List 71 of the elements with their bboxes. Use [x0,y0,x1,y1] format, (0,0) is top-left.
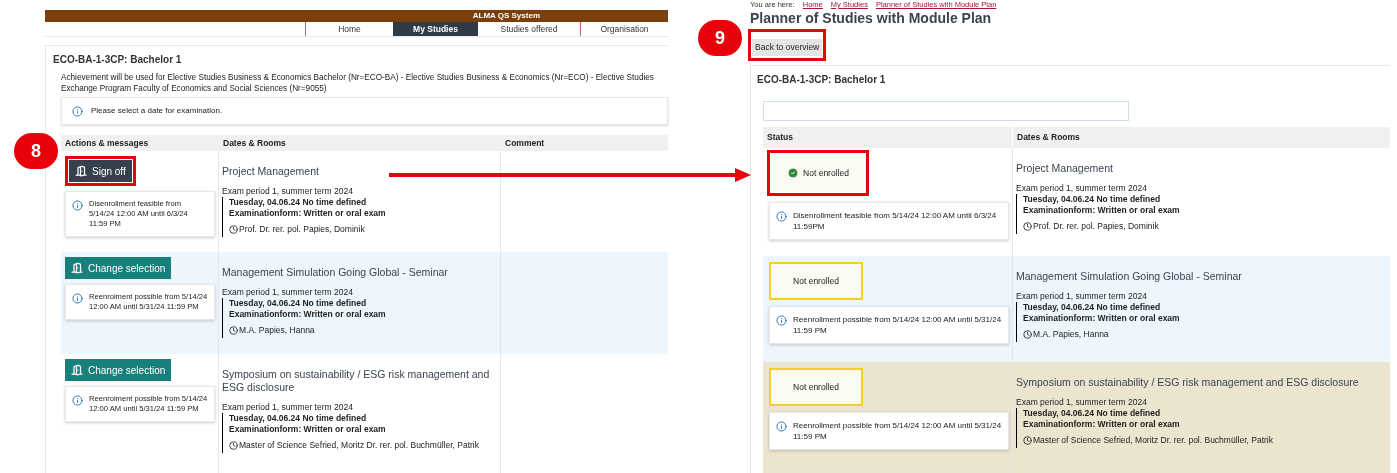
info-icon [72,105,83,117]
exam-date: Tuesday, 04.06.24 No time defined [1023,302,1162,313]
info-icon [776,211,787,222]
module-heading: ECO-BA-1-3CP: Bachelor 1 [53,53,183,67]
module-title: Management Simulation Going Global - Seminar [222,266,449,279]
exam-date: Tuesday, 04.06.24 No time defined [1023,194,1162,205]
exam-period: Exam period 1, summer term 2024 [1016,291,1148,302]
column-header: Comment [504,137,546,150]
exam-date: Tuesday, 04.06.24 No time defined [229,298,368,309]
exam-form: Examinationform: Written or oral exam [1023,205,1181,216]
check-icon [787,167,800,179]
exam-date: Tuesday, 04.06.24 No time defined [229,413,368,424]
callout-marker: 9 [698,20,742,56]
lecturer-name: Prof. Dr. rer. pol. Papies, Dominik [1033,221,1159,232]
exam-period: Exam period 1, summer term 2024 [1016,397,1148,408]
lecturer-name: Master of Science Sefried, Moritz Dr. rer. pol. Buchmüller, Patrik [1033,435,1273,446]
status-badge: Not enrolled [771,154,865,192]
info-icon [72,395,83,406]
exam-form: Examinationform: Written or oral exam [1023,419,1181,430]
column-header: Actions & messages [64,137,150,150]
exam-period: Exam period 1, summer term 2024 [222,186,354,197]
message-text: Reenrollment possible from 5/14/24 12:00 AM until 5/31/24 11:59 PM [793,314,1002,336]
module-title: Project Management [222,165,320,178]
clock-icon [229,441,238,450]
info-icon [776,315,787,326]
exam-form: Examinationform: Written or oral exam [229,424,387,435]
module-title: Management Simulation Going Global - Seminar [1016,270,1243,283]
info-text: Please select a date for examination. [91,105,223,117]
lecturer-name: Master of Science Sefried, Moritz Dr. rer. pol. Buchmüller, Patrik [239,440,479,451]
exam-period: Exam period 1, summer term 2024 [222,402,354,413]
info-icon [72,200,83,211]
action-button[interactable]: Sign off [69,160,132,182]
exam-date: Tuesday, 04.06.24 No time defined [1023,408,1162,419]
clock-icon [229,326,238,335]
module-title: Symposium on sustainability / ESG risk management and ESG disclosure [1016,376,1360,389]
info-icon [776,421,787,432]
module-title: Symposium on sustainability / ESG risk management and ESG disclosure [222,368,491,394]
action-button[interactable]: Change selection [65,359,172,381]
message-text: Disenrollment feasible from 5/14/24 12:00 AM until 6/3/24 11:59PM [793,210,998,232]
lecturer-name: M.A. Papies, Hanna [1033,329,1109,340]
page-title: Planner of Studies with Module Plan [750,9,993,27]
callout-marker: 8 [14,133,58,169]
exam-period: Exam period 1, summer term 2024 [1016,183,1148,194]
clock-icon [1023,222,1032,231]
back-button[interactable]: Back to overview [752,38,823,56]
door-icon [71,262,83,274]
exam-period: Exam period 1, summer term 2024 [222,287,354,298]
exam-form: Examinationform: Written or oral exam [229,208,387,219]
door-icon [71,364,83,376]
achievement-description: Achievement will be used for Elective Studies Business & Economics Bachelor (Nr=ECO-BA) - Elective Studies Business & Economics (Nr=ECO) - Elective Studies Exchange Program Faculty of Economics and Social Sciences (Nr=9055) [61,72,655,94]
clock-icon [1023,330,1032,339]
module-title: Project Management [1016,162,1114,175]
status-badge: Not enrolled [769,262,863,300]
exam-date: Tuesday, 04.06.24 No time defined [229,197,368,208]
nav-tab[interactable]: My Studies [393,22,478,36]
door-icon [75,165,87,177]
input-field[interactable] [763,101,1129,121]
exam-form: Examinationform: Written or oral exam [229,309,387,320]
info-icon [72,293,83,304]
status-badge: Not enrolled [769,368,863,406]
system-title: ALMA QS System [472,10,540,22]
lecturer-name: Prof. Dr. rer. pol. Papies, Dominik [239,224,365,235]
message-text: Reenrollment possible from 5/14/24 12:00 AM until 5/31/24 11:59 PM [793,420,1002,442]
column-header: Dates & Rooms [222,137,287,150]
clock-icon [1023,436,1032,445]
module-heading: ECO-BA-1-3CP: Bachelor 1 [757,73,887,87]
action-button[interactable]: Change selection [65,257,172,279]
lecturer-name: M.A. Papies, Hanna [239,325,315,336]
exam-form: Examinationform: Written or oral exam [1023,313,1181,324]
clock-icon [229,225,238,234]
column-header: Dates & Rooms [1016,131,1081,144]
